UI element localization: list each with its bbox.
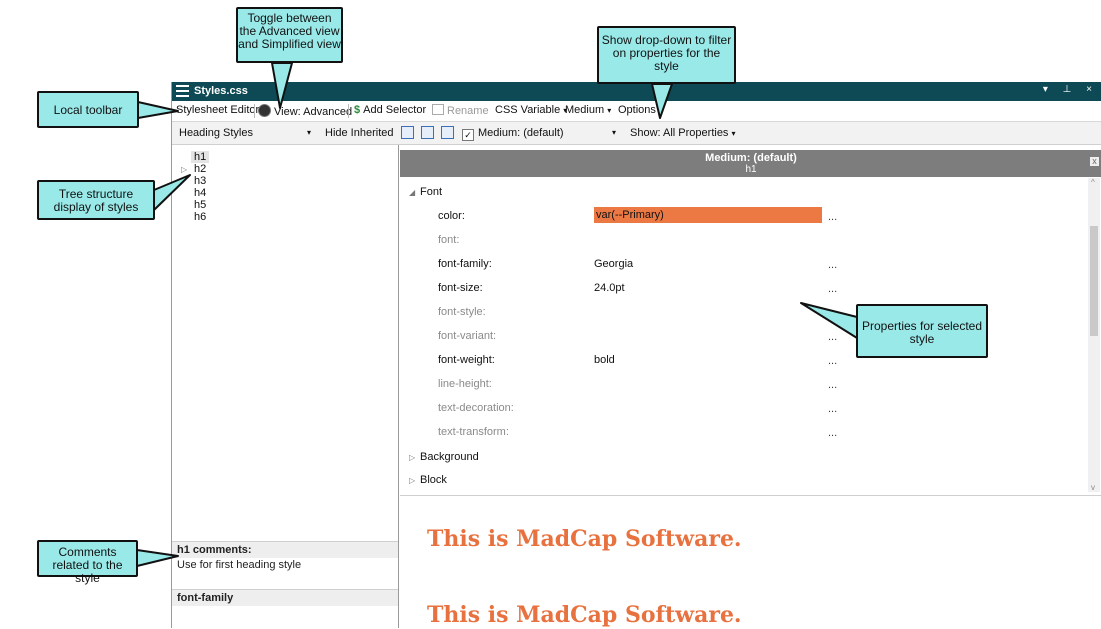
pointer-toggle-view [271,62,293,109]
callout-show-dropdown: Show drop-down to filter on properties f… [597,26,736,84]
pointer-tree-structure [153,174,191,211]
pointer-local-toolbar [137,101,179,119]
pointer-comments [136,549,179,567]
callout-toggle-view: Toggle between the Advanced view and Sim… [236,7,343,63]
pointer-properties [800,302,858,339]
callout-tree-structure: Tree structure display of styles [37,180,155,220]
callout-properties: Properties for selected style [856,304,988,358]
callout-local-toolbar: Local toolbar [37,91,139,128]
callout-comments: Comments related to the style [37,540,138,585]
pointer-show-dropdown [651,83,673,119]
